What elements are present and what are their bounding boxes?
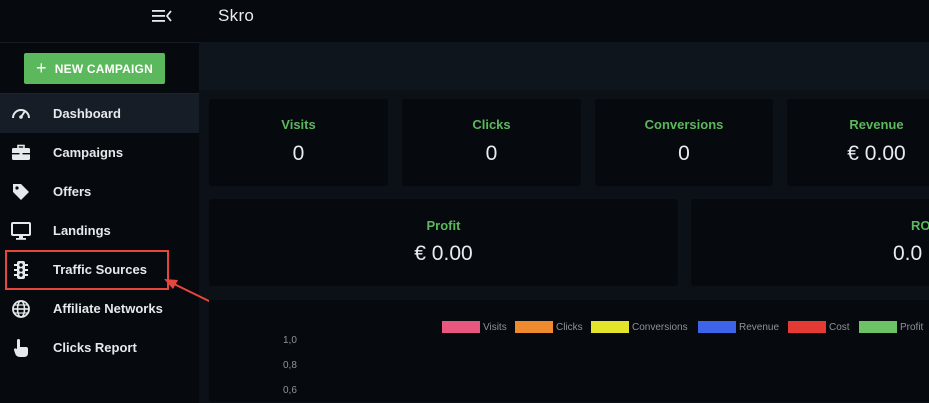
sidebar-item-landings[interactable]: Landings: [0, 211, 199, 250]
chart-panel: Visits Clicks Conversions Revenue Cost P…: [209, 300, 929, 402]
legend-item-cost[interactable]: Cost: [788, 320, 850, 334]
legend-item-profit[interactable]: Profit: [859, 320, 923, 334]
legend-swatch: [859, 321, 897, 333]
stat-title: Clicks: [472, 117, 511, 132]
sidebar-item-label: Offers: [53, 184, 92, 199]
legend-swatch: [788, 321, 826, 333]
monitor-icon: [11, 222, 31, 240]
legend-item-visits[interactable]: Visits: [442, 320, 507, 334]
stat-card-conversions: Conversions 0: [595, 99, 773, 186]
sidebar-nav: Dashboard Campaigns Offers Landings Traf…: [0, 94, 199, 367]
stat-value: € 0.00: [847, 142, 906, 165]
sidebar-item-traffic-sources[interactable]: Traffic Sources: [0, 250, 199, 289]
y-tick-label: 1,0: [283, 335, 297, 346]
sidebar-item-dashboard[interactable]: Dashboard: [0, 94, 199, 133]
sidebar-item-label: Dashboard: [53, 106, 121, 121]
plus-icon: +: [36, 57, 47, 78]
top-bar: Skro: [0, 0, 929, 42]
sidebar: + NEW CAMPAIGN Dashboard Campaigns Offer…: [0, 42, 199, 403]
main-header-band: [199, 42, 929, 90]
y-tick-label: 0,6: [283, 385, 297, 396]
sidebar-item-offers[interactable]: Offers: [0, 172, 199, 211]
stat-title: Conversions: [644, 117, 724, 132]
menu-collapse-icon[interactable]: [151, 8, 173, 24]
stat-card-roi: RO 0.0: [691, 199, 929, 286]
legend-label: Cost: [829, 321, 850, 333]
legend-label: Clicks: [556, 321, 583, 333]
y-tick-label: 0,8: [283, 360, 297, 371]
sidebar-item-clicks-report[interactable]: Clicks Report: [0, 328, 199, 367]
sidebar-item-label: Landings: [53, 223, 111, 238]
sidebar-item-affiliate-networks[interactable]: Affiliate Networks: [0, 289, 199, 328]
legend-label: Visits: [483, 321, 507, 333]
tag-icon: [13, 184, 29, 200]
legend-label: Conversions: [632, 321, 688, 333]
new-campaign-button[interactable]: + NEW CAMPAIGN: [24, 53, 165, 84]
stat-card-visits: Visits 0: [209, 99, 388, 186]
legend-item-clicks[interactable]: Clicks: [515, 320, 583, 334]
pointer-hand-icon: [14, 339, 28, 357]
legend-label: Revenue: [739, 321, 780, 333]
legend-swatch: [698, 321, 736, 333]
stat-card-clicks: Clicks 0: [402, 99, 581, 186]
legend-item-conversions[interactable]: Conversions: [591, 320, 688, 334]
app-title: Skro: [218, 6, 255, 25]
sidebar-item-label: Affiliate Networks: [53, 301, 163, 316]
new-campaign-label: NEW CAMPAIGN: [54, 61, 153, 76]
briefcase-icon: [12, 144, 30, 160]
globe-icon: [12, 300, 30, 318]
sidebar-item-label: Traffic Sources: [53, 262, 147, 277]
stat-title: Revenue: [849, 117, 904, 132]
legend-swatch: [442, 321, 480, 333]
traffic-light-icon: [14, 261, 28, 279]
legend-label: Profit: [900, 321, 924, 333]
stat-value: 0: [292, 142, 305, 165]
gauge-icon: [12, 109, 30, 119]
sidebar-item-label: Campaigns: [53, 145, 124, 160]
sidebar-item-campaigns[interactable]: Campaigns: [0, 133, 199, 172]
stat-card-profit: Profit € 0.00: [209, 199, 678, 286]
stat-title: RO: [911, 218, 929, 233]
legend-swatch: [591, 321, 629, 333]
stat-value: € 0.00: [414, 242, 473, 265]
stat-title: Profit: [426, 218, 461, 233]
legend-item-revenue[interactable]: Revenue: [698, 320, 779, 334]
stat-title: Visits: [281, 117, 316, 132]
legend-swatch: [515, 321, 553, 333]
stat-value: 0: [678, 142, 690, 165]
sidebar-item-label: Clicks Report: [53, 340, 137, 355]
stat-value: 0: [485, 142, 498, 165]
stat-card-revenue: Revenue € 0.00: [787, 99, 929, 186]
stat-value: 0.0: [893, 242, 923, 265]
